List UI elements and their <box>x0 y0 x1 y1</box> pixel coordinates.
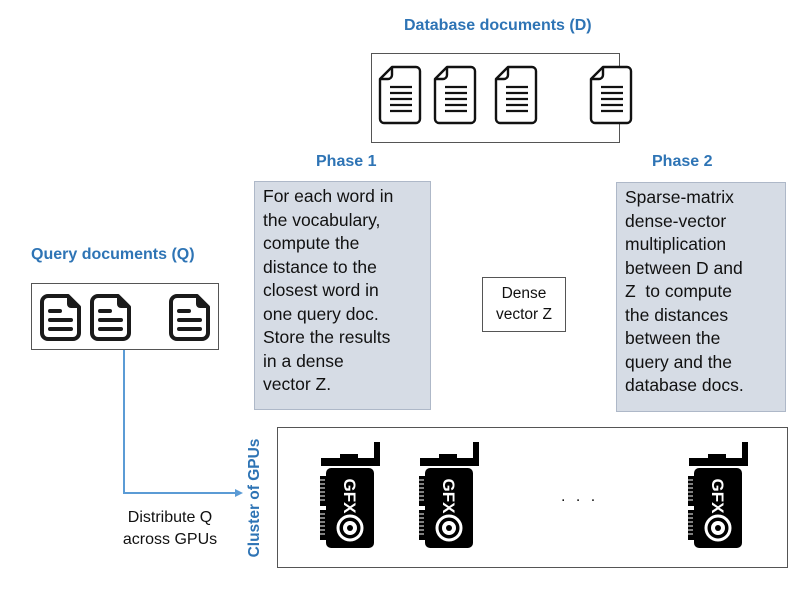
gpu-label: GFX <box>439 479 458 515</box>
gpu-label: GFX <box>708 479 727 515</box>
gpu-card-icon: GFX <box>320 442 380 548</box>
gpu-card-icon: GFX <box>688 442 748 548</box>
cluster-of-gpus-label: Cluster of GPUs <box>246 438 263 558</box>
arrow-head-icon <box>235 489 243 497</box>
distribute-line: across GPUs <box>122 531 218 548</box>
gpu-card-icon: GFX <box>419 442 479 548</box>
gpu-cluster-box: GFX GFX GFX <box>277 427 788 568</box>
gpu-label: GFX <box>340 479 359 515</box>
distribute-connector-line <box>123 350 237 494</box>
distribute-line: Distribute Q <box>127 509 213 526</box>
distribute-label: Distribute Q across GPUs <box>100 507 240 551</box>
more-gpus-ellipsis: . . . <box>561 488 599 505</box>
